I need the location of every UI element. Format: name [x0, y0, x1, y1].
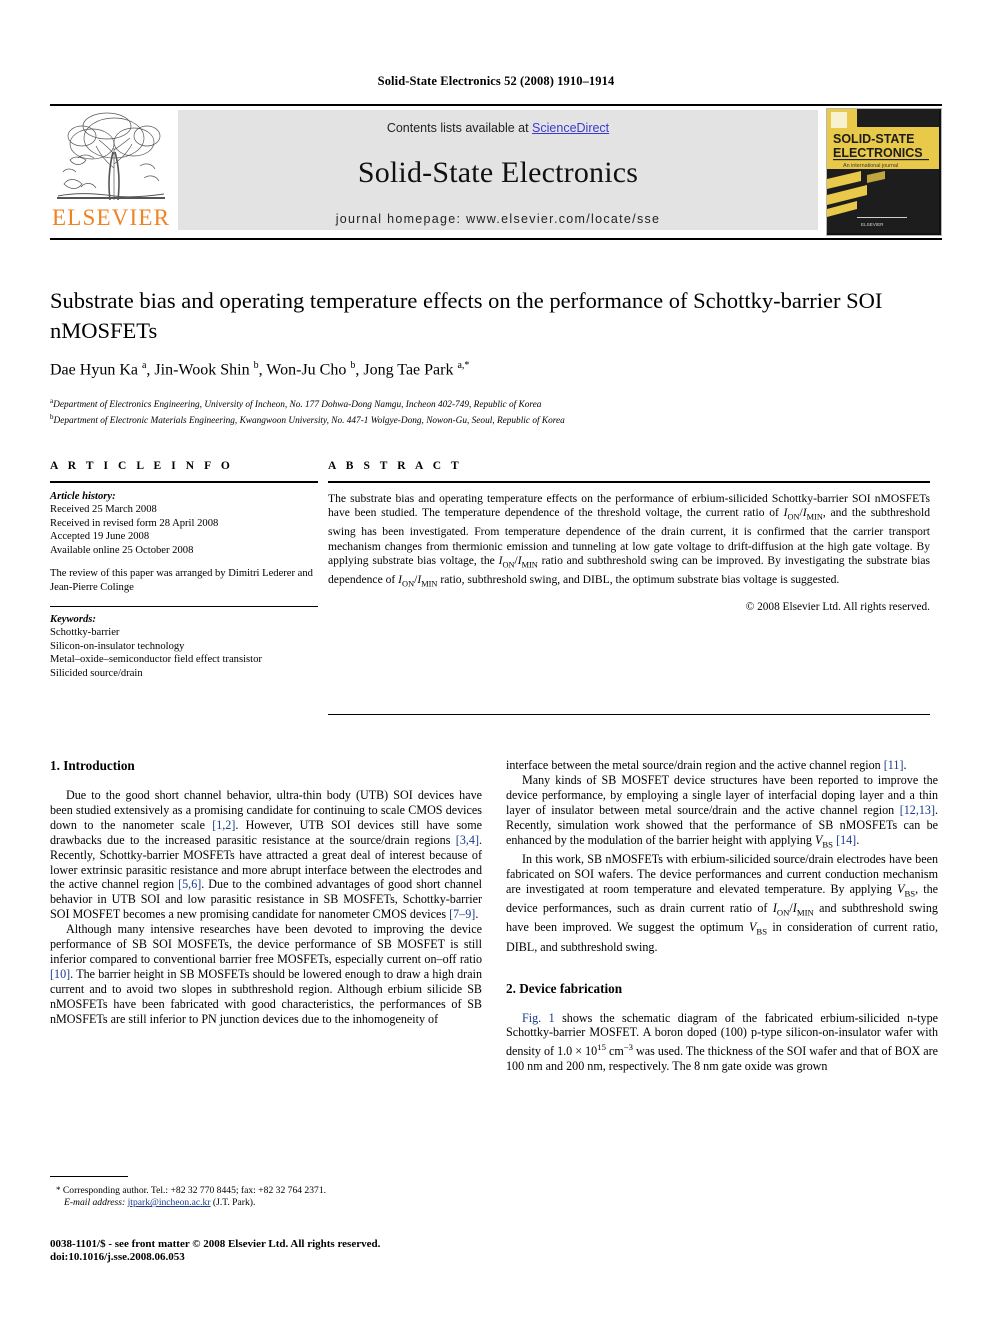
banner-bottom-rule [50, 238, 942, 240]
email-suffix: (J.T. Park). [212, 1197, 256, 1209]
doi-line: doi:10.1016/j.sse.2008.06.053 [50, 1251, 185, 1264]
article-info-heading: A R T I C L E I N F O [50, 460, 234, 472]
svg-text:An international journal: An international journal [843, 163, 898, 169]
abstract-heading: A B S T R A C T [328, 460, 463, 472]
journal-banner: Contents lists available at ScienceDirec… [178, 110, 818, 230]
keywords-label: Keywords: [50, 613, 96, 625]
email-link[interactable]: jtpark@incheon.ac.kr [128, 1197, 211, 1208]
keywords-block: Keywords: Schottky-barrier Silicon-on-in… [50, 613, 318, 681]
keywords-rule [50, 605, 318, 607]
affiliation-b: bDepartment of Electronic Materials Engi… [50, 412, 565, 426]
abstract-rule [328, 481, 930, 483]
corresponding-author-note: * Corresponding author. Tel.: +82 32 770… [56, 1185, 327, 1196]
author-list: Dae Hyun Ka a, Jin-Wook Shin b, Won-Ju C… [50, 360, 470, 379]
article-info-rule [50, 481, 318, 483]
history-item: Accepted 19 June 2008 [50, 531, 150, 543]
elsevier-logo: ELSEVIER [52, 108, 170, 234]
sciencedirect-link[interactable]: ScienceDirect [532, 121, 609, 135]
body-column-left: 1. Introduction Due to the good short ch… [50, 758, 482, 1027]
footnote-block: * Corresponding author. Tel.: +82 32 770… [50, 1184, 482, 1209]
review-note: The review of this paper was arranged by… [50, 568, 313, 594]
paragraph: Many kinds of SB MOSFET device structure… [506, 772, 938, 849]
paragraph: Due to the good short channel behavior, … [50, 788, 482, 922]
email-note: E-mail address: jtpark@incheon.ac.kr (J.… [50, 1197, 482, 1209]
banner-top-rule [50, 104, 942, 106]
issn-line: 0038-1101/$ - see front matter © 2008 El… [50, 1238, 381, 1250]
page-title: Substrate bias and operating temperature… [50, 288, 883, 343]
article-history: Article history: Received 25 March 2008 … [50, 490, 318, 595]
journal-homepage[interactable]: journal homepage: www.elsevier.com/locat… [178, 212, 818, 226]
svg-text:ELSEVIER: ELSEVIER [861, 222, 884, 227]
abstract-text: The substrate bias and operating tempera… [328, 491, 931, 589]
email-label: E-mail address: [64, 1197, 126, 1209]
footnote-rule [50, 1176, 128, 1177]
section-heading-device-fabrication: 2. Device fabrication [506, 980, 623, 996]
history-item: Received in revised form 28 April 2008 [50, 517, 219, 529]
abstract-block: A B S T R A C T The substrate bias and o… [328, 460, 930, 613]
elsevier-tree-icon [52, 108, 170, 206]
paper-page: Solid-State Electronics 52 (2008) 1910–1… [0, 0, 992, 1323]
svg-text:ELECTRONICS: ELECTRONICS [833, 146, 923, 160]
contents-prefix: Contents lists available at [386, 121, 533, 135]
journal-title: Solid-State Electronics [357, 156, 639, 189]
keyword-item: Silicided source/drain [50, 668, 143, 680]
keyword-item: Schottky-barrier [50, 627, 120, 639]
running-head: Solid-State Electronics 52 (2008) 1910–1… [377, 74, 615, 88]
abstract-copyright: © 2008 Elsevier Ltd. All rights reserved… [745, 601, 930, 613]
history-item: Available online 25 October 2008 [50, 544, 194, 556]
contents-available-line: Contents lists available at ScienceDirec… [178, 121, 818, 135]
paragraph: interface between the metal source/drain… [506, 758, 907, 772]
issn-block: 0038-1101/$ - see front matter © 2008 El… [50, 1238, 510, 1265]
keyword-item: Metal–oxide–semiconductor field effect t… [50, 654, 262, 666]
article-history-label: Article history: [50, 490, 116, 502]
affiliation-a: aDepartment of Electronics Engineering, … [50, 397, 542, 411]
elsevier-wordmark: ELSEVIER [52, 205, 171, 230]
keyword-item: Silicon-on-insulator technology [50, 640, 185, 652]
paragraph: Fig. 1 shows the schematic diagram of th… [506, 1010, 938, 1074]
paragraph: Although many intensive researches have … [50, 922, 482, 1026]
paragraph: In this work, SB nMOSFETs with erbium-si… [506, 851, 938, 954]
body-column-right: interface between the metal source/drain… [506, 758, 938, 1074]
journal-cover-thumbnail: SOLID-STATE ELECTRONICS An international… [826, 108, 942, 236]
history-item: Received 25 March 2008 [50, 504, 157, 516]
svg-text:SOLID-STATE: SOLID-STATE [833, 132, 914, 146]
abstract-bottom-rule [328, 714, 930, 715]
article-info-block: A R T I C L E I N F O Article history: R… [50, 460, 318, 681]
section-heading-introduction: 1. Introduction [50, 758, 135, 773]
affiliations: aDepartment of Electronics Engineering, … [50, 396, 930, 427]
